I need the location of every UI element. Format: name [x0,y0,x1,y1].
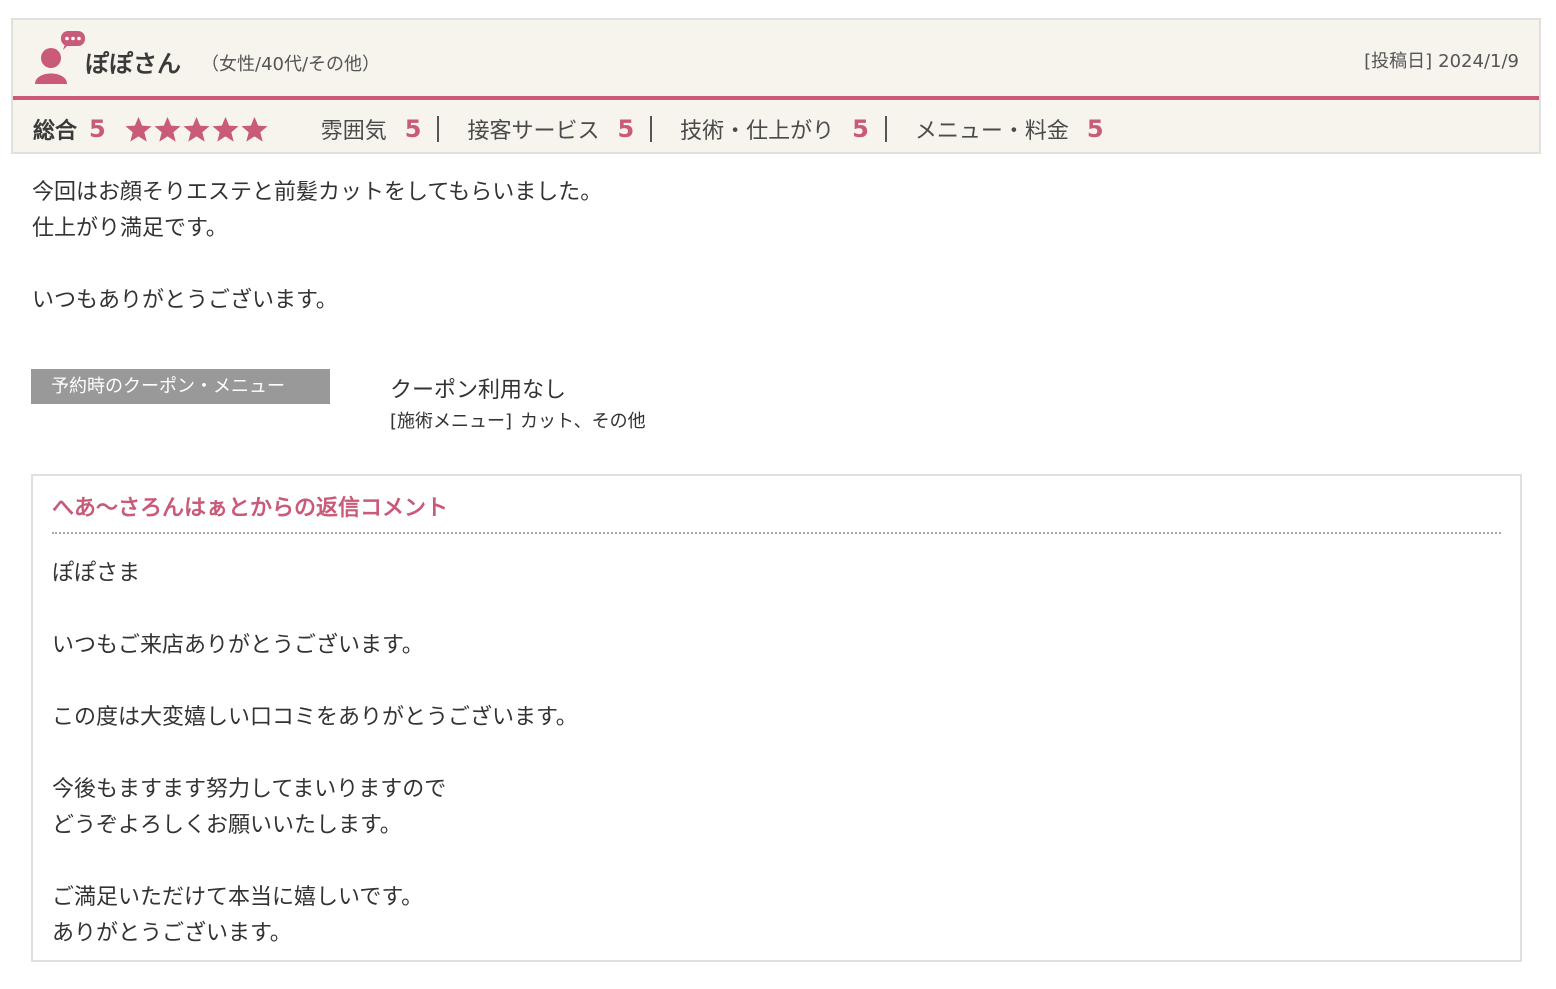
post-date: [投稿日] 2024/1/9 [1364,47,1519,73]
reply-title: へあ〜さろんはぁとからの返信コメント [52,496,449,521]
star-icon [241,116,268,142]
rating-score-technique: 5 [852,115,869,143]
review-header: ぽぽさん （女性/40代/その他） [投稿日] 2024/1/9 [13,20,1539,100]
rating-score-service: 5 [617,115,635,143]
star-icon [125,116,152,142]
rating-score-price: 5 [1086,115,1104,143]
overall-label: 総合 [33,119,78,144]
coupon-menu: [施術メニュー] カット、その他 [390,407,646,433]
reply-box: へあ〜さろんはぁとからの返信コメント ぽぽさま いつもご来店ありがとうございます… [31,474,1522,962]
rating-label-price: メニュー・料金 [914,119,1069,144]
rating-score-atmosphere: 5 [404,115,422,143]
star-icon [183,116,210,142]
coupon-tag: 予約時のクーポン・メニュー [31,369,330,404]
rating-label-technique: 技術・仕上がり [680,119,835,144]
rating-separator [884,116,887,142]
user-speech-icon [33,30,85,86]
post-date-value: 2024/1/9 [1438,51,1519,72]
ratings-row: 総合 5 雰囲気 5 接客サービス 5 技術・仕上がり 5 メニュー・料金 5 [33,112,1104,146]
review-body: 今回はお顔そりエステと前髪カットをしてもらいました。 仕上がり満足です。 いつも… [32,180,603,313]
reviewer-attributes: （女性/40代/その他） [201,54,381,75]
review-card: ぽぽさん （女性/40代/その他） [投稿日] 2024/1/9 総合 5 雰囲気… [11,18,1541,154]
coupon-menu-value: カット、その他 [520,411,646,432]
coupon-status: クーポン利用なし [390,378,567,403]
overall-score: 5 [89,115,106,143]
rating-label-service: 接客サービス [467,119,600,144]
reviewer-name: ぽぽさん [85,50,181,78]
rating-separator [437,116,440,142]
reply-body: ぽぽさま いつもご来店ありがとうございます。 この度は大変嬉しい口コミをありがと… [52,561,578,946]
star-icon [212,116,239,142]
post-date-label: [投稿日] [1364,51,1433,72]
star-rating [124,115,269,144]
star-icon [154,116,181,142]
rating-label-atmosphere: 雰囲気 [320,119,387,144]
rating-separator [650,116,653,142]
reply-divider [52,532,1501,534]
coupon-menu-label: [施術メニュー] [390,411,513,432]
